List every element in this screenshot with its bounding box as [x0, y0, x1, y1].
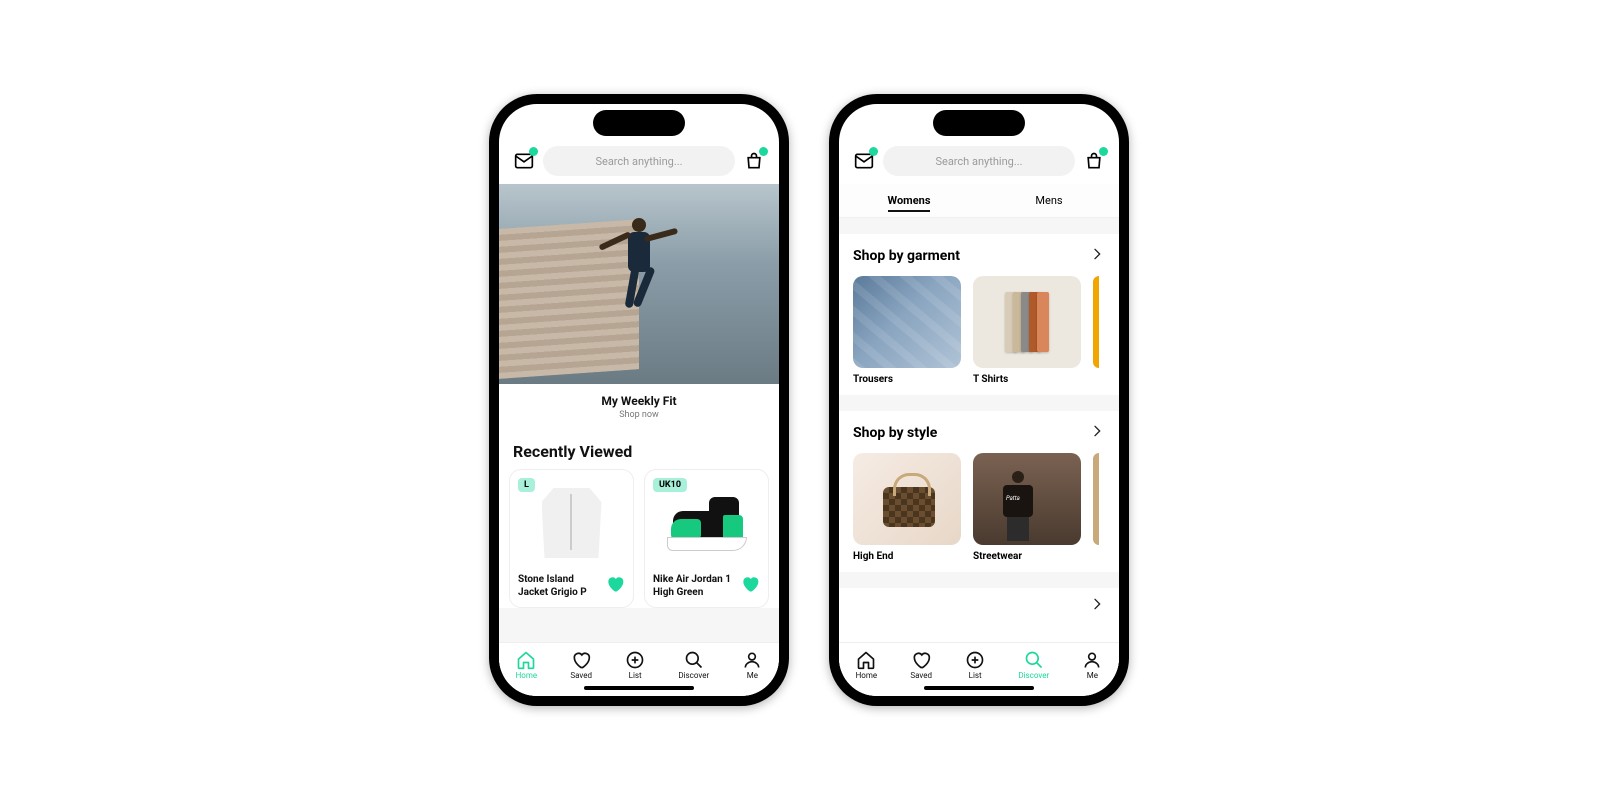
size-badge: UK10	[653, 478, 687, 492]
search-icon	[1024, 650, 1044, 670]
chevron-right-icon	[1089, 596, 1105, 612]
product-name: Stone Island Jacket Grigio P	[518, 574, 599, 599]
nav-me[interactable]: Me	[1082, 650, 1102, 680]
search-input[interactable]: Search anything...	[543, 146, 735, 176]
chevron-right-icon	[1089, 246, 1105, 262]
tile-peek[interactable]	[1093, 276, 1099, 368]
nav-label: List	[969, 671, 982, 680]
section-title: Shop by style	[853, 425, 937, 441]
favorite-button[interactable]	[605, 574, 625, 594]
heart-icon	[605, 574, 625, 594]
nav-list[interactable]: List	[625, 650, 645, 680]
nav-label: Discover	[1018, 671, 1049, 680]
tile-label: High End	[853, 551, 961, 562]
heart-icon	[740, 574, 760, 594]
nav-home[interactable]: Home	[516, 650, 538, 680]
home-icon	[856, 650, 876, 670]
tile-image	[973, 276, 1081, 368]
section-title: Shop by garment	[853, 248, 960, 264]
plus-circle-icon	[625, 650, 645, 670]
section-more-button[interactable]	[1089, 246, 1105, 266]
chevron-right-icon	[1089, 423, 1105, 439]
nav-saved[interactable]: Saved	[570, 650, 592, 680]
heart-icon	[911, 650, 931, 670]
messages-button[interactable]	[853, 150, 875, 172]
tile-image	[853, 276, 961, 368]
messages-badge	[529, 147, 538, 156]
nav-label: Discover	[678, 671, 709, 680]
product-card[interactable]: UK10 Nike Air Jordan 1 High Green	[644, 469, 769, 608]
phone-discover: Search anything... Womens Mens Shop by g…	[829, 94, 1129, 706]
tile-peek[interactable]	[1093, 453, 1099, 545]
product-card[interactable]: L Stone Island Jacket Grigio P	[509, 469, 634, 608]
nav-label: List	[629, 671, 642, 680]
category-tile-trousers[interactable]: Trousers	[853, 276, 961, 385]
home-indicator[interactable]	[924, 686, 1034, 690]
nav-label: Me	[747, 671, 758, 680]
favorite-button[interactable]	[740, 574, 760, 594]
user-icon	[1082, 650, 1102, 670]
tile-image	[973, 453, 1081, 545]
hero-title: My Weekly Fit	[499, 394, 779, 408]
shop-by-garment-section: Shop by garment Trousers	[839, 234, 1119, 395]
heart-icon	[571, 650, 591, 670]
cart-badge	[759, 147, 768, 156]
nav-me[interactable]: Me	[742, 650, 762, 680]
tab-mens[interactable]: Mens	[979, 184, 1119, 217]
notch	[593, 110, 685, 136]
tile-image	[853, 453, 961, 545]
hero-banner[interactable]	[499, 184, 779, 384]
tile-label: Trousers	[853, 374, 961, 385]
search-icon	[684, 650, 704, 670]
user-icon	[742, 650, 762, 670]
nav-list[interactable]: List	[965, 650, 985, 680]
product-image	[518, 478, 625, 568]
messages-badge	[869, 147, 878, 156]
messages-button[interactable]	[513, 150, 535, 172]
cart-button[interactable]	[1083, 150, 1105, 172]
tile-label: Streetwear	[973, 551, 1081, 562]
notch	[933, 110, 1025, 136]
plus-circle-icon	[965, 650, 985, 670]
category-tile-tshirts[interactable]: T Shirts	[973, 276, 1081, 385]
cart-button[interactable]	[743, 150, 765, 172]
search-input[interactable]: Search anything...	[883, 146, 1075, 176]
nav-saved[interactable]: Saved	[910, 650, 932, 680]
style-tile-highend[interactable]: High End	[853, 453, 961, 562]
hero-subtitle: Shop now	[499, 410, 779, 420]
nav-label: Home	[856, 671, 878, 680]
nav-home[interactable]: Home	[856, 650, 878, 680]
nav-label: Saved	[570, 671, 592, 680]
tab-womens[interactable]: Womens	[839, 184, 979, 217]
nav-discover[interactable]: Discover	[1018, 650, 1049, 680]
nav-discover[interactable]: Discover	[678, 650, 709, 680]
cart-badge	[1099, 147, 1108, 156]
home-indicator[interactable]	[584, 686, 694, 690]
section-title: .	[853, 598, 857, 614]
recently-viewed-row: L Stone Island Jacket Grigio P UK10 Nike…	[499, 469, 779, 608]
nav-label: Home	[516, 671, 538, 680]
tile-label: T Shirts	[973, 374, 1081, 385]
gender-tabs: Womens Mens	[839, 184, 1119, 218]
section-more-button[interactable]	[1089, 423, 1105, 443]
shop-by-style-section: Shop by style High End Streetwear	[839, 411, 1119, 572]
recently-viewed-title: Recently Viewed	[499, 432, 779, 469]
hero-caption[interactable]: My Weekly Fit Shop now	[499, 384, 779, 432]
style-tile-streetwear[interactable]: Streetwear	[973, 453, 1081, 562]
product-name: Nike Air Jordan 1 High Green	[653, 574, 734, 599]
home-icon	[516, 650, 536, 670]
size-badge: L	[518, 478, 535, 492]
nav-label: Me	[1087, 671, 1098, 680]
nav-label: Saved	[910, 671, 932, 680]
phone-home: Search anything... My Weekly Fit Shop no…	[489, 94, 789, 706]
section-more-button[interactable]	[1089, 596, 1105, 616]
